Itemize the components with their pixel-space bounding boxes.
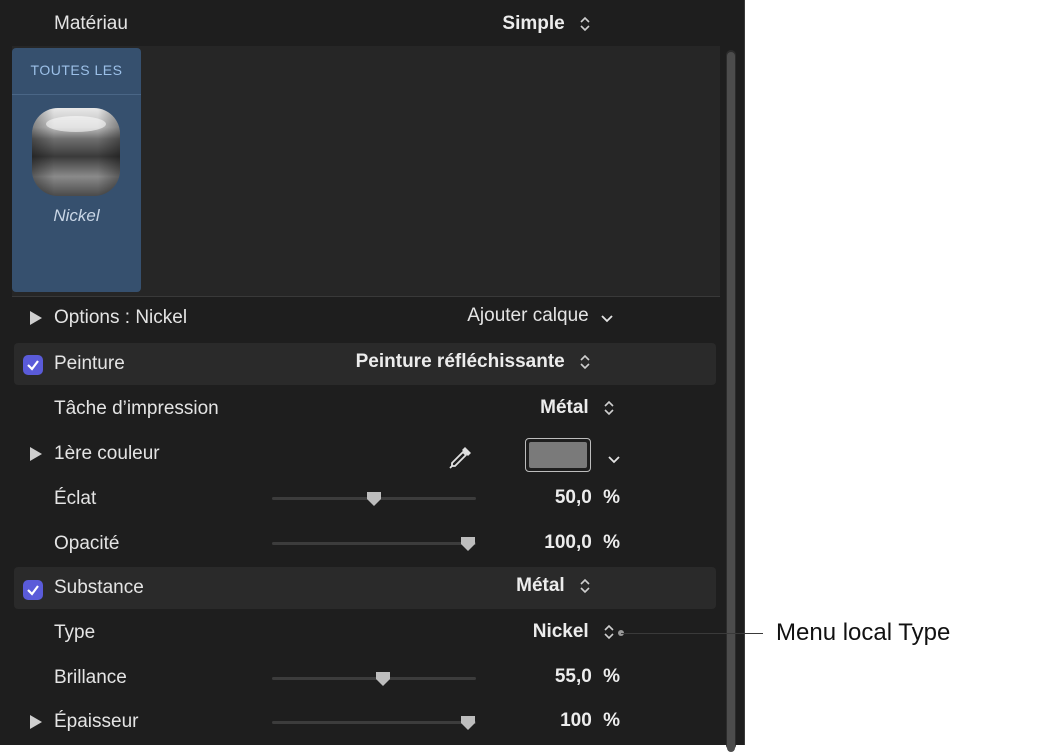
opacity-unit: % bbox=[603, 532, 620, 553]
substance-type-popup[interactable]: Métal bbox=[470, 575, 592, 597]
thickness-slider-track[interactable] bbox=[272, 721, 476, 724]
thickness-value[interactable]: 100 % bbox=[500, 710, 620, 732]
brillance-number: 55,0 bbox=[554, 666, 592, 687]
chevron-down-icon[interactable] bbox=[607, 452, 621, 466]
brillance-unit: % bbox=[603, 666, 620, 687]
type-value: Nickel bbox=[532, 621, 589, 642]
color1-label: 1ère couleur bbox=[54, 443, 160, 464]
material-name: Nickel bbox=[53, 206, 100, 225]
add-layer-label: Ajouter calque bbox=[467, 305, 589, 326]
material-mode-value: Simple bbox=[502, 13, 565, 34]
nickel-preview-image bbox=[28, 104, 124, 200]
thickness-number: 100 bbox=[560, 710, 592, 731]
type-label: Type bbox=[54, 622, 96, 643]
category-label: TOUTES LES bbox=[12, 48, 141, 95]
brillance-slider-track[interactable] bbox=[272, 677, 476, 680]
thickness-label: Épaisseur bbox=[54, 711, 139, 732]
options-disclosure-triangle-icon[interactable] bbox=[30, 311, 42, 325]
opacity-label: Opacité bbox=[54, 533, 120, 554]
up-down-chevron-icon bbox=[578, 576, 592, 596]
scrollbar-thumb[interactable] bbox=[727, 52, 735, 752]
material-tile-nickel[interactable]: TOUTES LES Nickel bbox=[12, 48, 141, 292]
options-label: Options : Nickel bbox=[54, 307, 188, 328]
print-task-popup[interactable]: Métal bbox=[470, 397, 616, 419]
eyedropper-icon[interactable] bbox=[447, 443, 475, 471]
eclat-label: Éclat bbox=[54, 488, 97, 509]
print-task-label: Tâche d’impression bbox=[54, 398, 219, 419]
print-task-value: Métal bbox=[540, 397, 589, 418]
paint-enable-checkbox[interactable] bbox=[23, 355, 43, 375]
paint-type-value: Peinture réfléchissante bbox=[355, 351, 565, 372]
opacity-slider-track[interactable] bbox=[272, 542, 476, 545]
up-down-chevron-icon bbox=[602, 622, 616, 642]
brillance-label: Brillance bbox=[54, 667, 127, 688]
add-layer-menu[interactable]: Ajouter calque bbox=[420, 305, 614, 327]
opacity-value[interactable]: 100,0 % bbox=[500, 532, 620, 554]
up-down-chevron-icon bbox=[602, 398, 616, 418]
thickness-unit: % bbox=[603, 710, 620, 731]
substance-enable-checkbox[interactable] bbox=[23, 580, 43, 600]
substance-value: Métal bbox=[516, 575, 565, 596]
substance-label: Substance bbox=[54, 577, 144, 598]
eclat-value[interactable]: 50,0 % bbox=[500, 487, 620, 509]
type-popup-menu[interactable]: Nickel bbox=[470, 621, 616, 643]
opacity-number: 100,0 bbox=[544, 532, 592, 553]
chevron-down-icon bbox=[600, 309, 614, 323]
material-label: Matériau bbox=[54, 13, 128, 34]
thickness-slider-thumb[interactable] bbox=[460, 715, 476, 731]
callout-leader-line bbox=[621, 633, 763, 634]
up-down-chevron-icon bbox=[578, 352, 592, 372]
eclat-unit: % bbox=[603, 487, 620, 508]
material-mode-popup[interactable]: Simple bbox=[470, 13, 592, 35]
opacity-slider-thumb[interactable] bbox=[460, 536, 476, 552]
color1-swatch[interactable] bbox=[525, 438, 591, 472]
eclat-slider-thumb[interactable] bbox=[366, 491, 382, 507]
brillance-value[interactable]: 55,0 % bbox=[500, 666, 620, 688]
brillance-slider-thumb[interactable] bbox=[375, 671, 391, 687]
thickness-disclosure-triangle-icon[interactable] bbox=[30, 715, 42, 729]
paint-label: Peinture bbox=[54, 353, 125, 374]
up-down-chevron-icon bbox=[578, 14, 592, 34]
material-browser: TOUTES LES Nickel bbox=[12, 46, 720, 297]
paint-type-popup[interactable]: Peinture réfléchissante bbox=[330, 351, 592, 373]
eclat-number: 50,0 bbox=[554, 487, 592, 508]
color1-swatch-fill bbox=[529, 442, 587, 468]
color1-disclosure-triangle-icon[interactable] bbox=[30, 447, 42, 461]
vertical-scrollbar[interactable] bbox=[726, 50, 736, 752]
callout-label: Menu local Type bbox=[776, 619, 951, 646]
